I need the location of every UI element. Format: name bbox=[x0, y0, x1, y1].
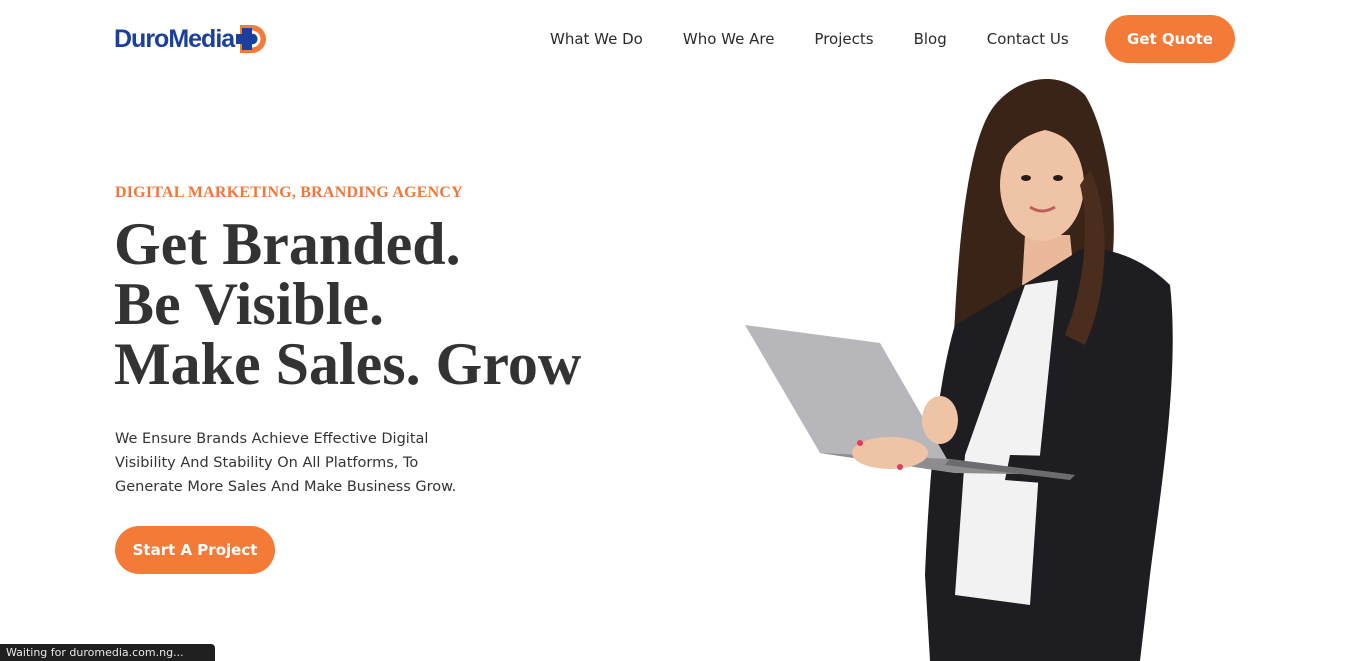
nav-contact-us[interactable]: Contact Us bbox=[987, 30, 1069, 48]
site-logo[interactable]: DuroMedia bbox=[114, 22, 272, 56]
hero-description: We Ensure Brands Achieve Effective Digit… bbox=[115, 431, 457, 495]
nav-who-we-are[interactable]: Who We Are bbox=[683, 30, 775, 48]
nav-what-we-do[interactable]: What We Do bbox=[550, 30, 643, 48]
main-nav: What We Do Who We Are Projects Blog Cont… bbox=[530, 15, 1089, 63]
logo-text: DuroMedia bbox=[114, 24, 235, 53]
start-project-button[interactable]: Start A Project bbox=[115, 526, 275, 574]
get-quote-button[interactable]: Get Quote bbox=[1105, 15, 1235, 63]
hero-eyebrow: DIGITAL MARKETING, BRANDING AGENCY bbox=[115, 184, 463, 201]
hero-woman-with-laptop-image bbox=[745, 78, 1173, 661]
headline-line-1: Get Branded. bbox=[114, 211, 461, 277]
nav-projects[interactable]: Projects bbox=[814, 30, 873, 48]
hero-headline: Get Branded. Be Visible. Make Sales. Gro… bbox=[114, 214, 581, 394]
nav-blog[interactable]: Blog bbox=[914, 30, 947, 48]
headline-line-3: Make Sales. Grow bbox=[114, 331, 582, 397]
headline-line-2: Be Visible. bbox=[114, 271, 385, 337]
logo-mark-icon bbox=[236, 25, 267, 53]
browser-status-bar: Waiting for duromedia.com.ng... bbox=[0, 644, 215, 661]
